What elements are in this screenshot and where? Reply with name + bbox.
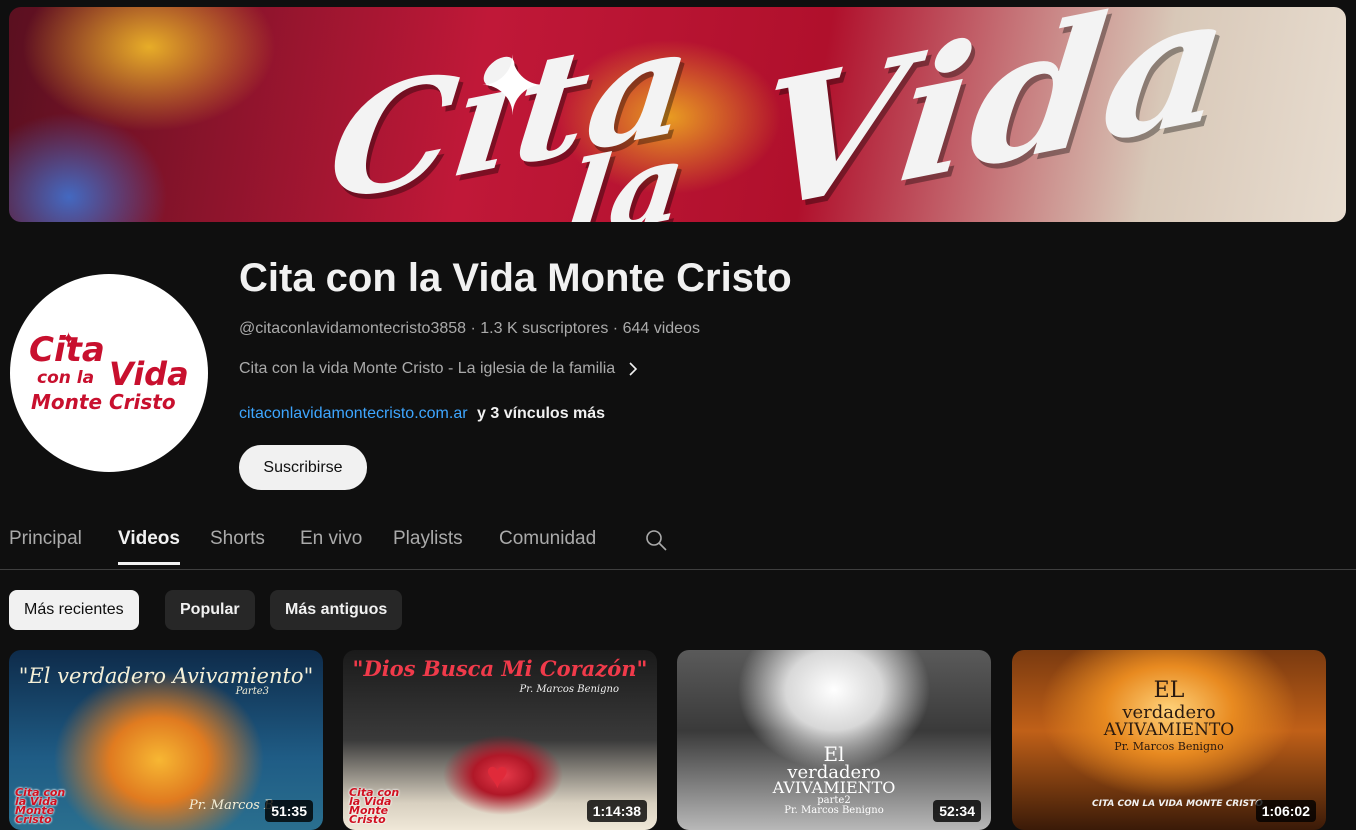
channel-links: citaconlavidamontecristo.com.ar y 3 vínc… <box>239 405 605 423</box>
channel-avatar[interactable]: Cita con la Vida Monte Cristo ✦ <box>10 274 208 472</box>
more-links-button[interactable]: y 3 vínculos más <box>477 405 605 422</box>
channel-tabs: Principal Videos Shorts En vivo Playlist… <box>0 520 1356 570</box>
logo-word-monte-cristo: Monte Cristo <box>31 390 176 414</box>
chevron-right-icon <box>629 362 638 376</box>
channel-description[interactable]: Cita con la vida Monte Cristo - La igles… <box>239 360 641 378</box>
channel-handle: @citaconlavidamontecristo3858 <box>239 320 467 337</box>
tab-shorts[interactable]: Shorts <box>210 528 265 565</box>
thumbnail-title-line3: AVIVAMIENTO <box>1103 720 1235 740</box>
channel-logo: Cita con la Vida Monte Cristo ✦ <box>29 329 189 414</box>
video-thumbnail[interactable]: "Dios Busca Mi Corazón" Pr. Marcos Benig… <box>343 650 657 830</box>
video-duration: 1:06:02 <box>1255 800 1316 822</box>
channel-title: Cita con la Vida Monte Cristo <box>239 256 792 300</box>
banner-sparkle-icon: ✦ <box>479 42 547 131</box>
video-duration: 1:14:38 <box>586 800 647 822</box>
tab-en-vivo[interactable]: En vivo <box>300 528 362 565</box>
video-count: 644 videos <box>622 320 700 337</box>
logo-word-con-la: con la <box>37 368 94 388</box>
thumbnail-channel-logo: Cita con la Vida Monte Cristo <box>349 786 400 826</box>
thumbnail-part: Parte3 <box>235 686 269 697</box>
banner-word-vida: Vida <box>747 7 1239 222</box>
channel-meta: @citaconlavidamontecristo3858 · 1.3 K su… <box>239 320 700 337</box>
video-thumbnail[interactable]: "El verdadero Avivamiento" Parte3 Pr. Ma… <box>9 650 323 830</box>
thumbnail-author: Pr. Marcos Benigno <box>519 684 619 695</box>
filter-most-recent[interactable]: Más recientes <box>9 590 139 630</box>
filter-oldest[interactable]: Más antiguos <box>270 590 403 630</box>
video-thumbnail[interactable]: El verdadero AVIVAMIENTO parte2 Pr. Marc… <box>677 650 991 830</box>
channel-website-link[interactable]: citaconlavidamontecristo.com.ar <box>239 405 468 422</box>
filter-popular[interactable]: Popular <box>165 590 255 630</box>
tab-comunidad[interactable]: Comunidad <box>499 528 596 565</box>
subscribe-button[interactable]: Suscribirse <box>239 445 367 490</box>
video-thumbnail[interactable]: EL verdadero AVIVAMIENTO Pr. Marcos Beni… <box>1012 650 1326 830</box>
thumbnail-title-line1: EL <box>1153 678 1185 703</box>
thumbnail-channel-logo: Cita con la Vida Monte Cristo <box>15 786 66 826</box>
video-duration: 51:35 <box>265 800 313 822</box>
thumbnail-title: "El verdadero Avivamiento" <box>18 664 314 688</box>
video-duration: 52:34 <box>933 800 981 822</box>
subscriber-count: 1.3 K suscriptores <box>480 320 609 337</box>
thumbnail-author: Pr. Marcos Benigno <box>1114 740 1224 753</box>
thumbnail-title: "Dios Busca Mi Corazón" <box>352 656 648 681</box>
logo-sparkle-icon: ✦ <box>61 329 76 349</box>
search-icon[interactable] <box>644 528 668 552</box>
tab-videos[interactable]: Videos <box>118 528 180 565</box>
logo-word-vida: Vida <box>109 355 189 393</box>
tab-playlists[interactable]: Playlists <box>393 528 463 565</box>
thumbnail-author: Pr. Marcos B <box>189 798 274 813</box>
channel-banner: Cita la Vida ✦ <box>9 7 1346 222</box>
tab-principal[interactable]: Principal <box>9 528 82 565</box>
heart-icon: ♥ <box>486 755 509 797</box>
description-text: Cita con la vida Monte Cristo - La igles… <box>239 360 616 377</box>
